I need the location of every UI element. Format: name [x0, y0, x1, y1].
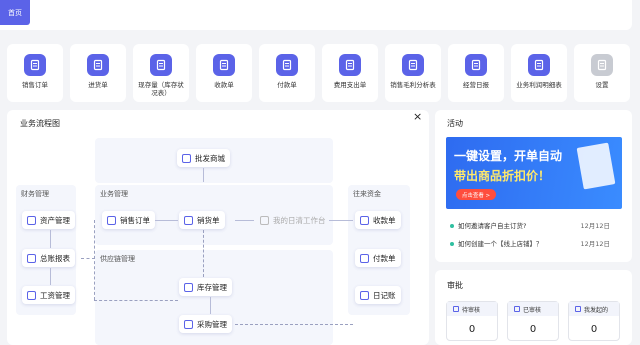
- shortcut-label: 进货单: [88, 81, 108, 89]
- pending-icon: [453, 306, 459, 312]
- banner-line1: 一键设置，开单自动: [454, 149, 563, 163]
- shortcut-label: 销售订单: [22, 81, 48, 89]
- node-journal[interactable]: 日记账: [355, 286, 401, 304]
- shortcut-label: 经营日报: [463, 81, 489, 89]
- shortcut-expense[interactable]: 费用支出单: [322, 44, 378, 102]
- initiated-icon: [575, 306, 581, 312]
- shortcut-label: 设置: [595, 81, 609, 89]
- shortcut-analysis[interactable]: 销售毛利分析表: [385, 44, 441, 102]
- shortcut-gear[interactable]: 设置: [574, 44, 630, 102]
- store-icon: [182, 153, 191, 163]
- flow-title: 业务流程图: [20, 119, 60, 128]
- region-funds-title: 往来资金: [353, 190, 381, 198]
- approval-card-approved[interactable]: 已审核 0: [507, 301, 559, 341]
- node-payment[interactable]: 付款单: [355, 249, 401, 267]
- node-payroll[interactable]: 工资管理: [22, 286, 75, 304]
- shortcut-payment[interactable]: 付款单: [259, 44, 315, 102]
- shortcut-receipt[interactable]: 收款单: [196, 44, 252, 102]
- report-icon: [27, 253, 36, 263]
- receipt-icon: [213, 54, 235, 76]
- arrow-wholesale-down: [203, 168, 204, 182]
- node-procurement[interactable]: 采购管理: [179, 315, 232, 333]
- purchase-icon: [87, 54, 109, 76]
- workbench-icon: [260, 215, 269, 225]
- region-business-title: 业务管理: [100, 190, 128, 198]
- sales-doc-icon: [184, 215, 193, 225]
- news-item[interactable]: 如何邀请客户自主订货? 12月12日: [450, 220, 610, 230]
- shortcut-bar: 销售订单 进货单 现存量（库存状况表） 收款单 付款单 费用支出单 销售毛利分析表 经营日报 业…: [7, 44, 632, 102]
- shortcut-label: 现存量（库存状况表）: [138, 81, 184, 97]
- asset-icon: [27, 215, 36, 225]
- dash-ledger-link: [81, 258, 95, 259]
- dash-procurement-funds: [235, 324, 353, 325]
- dash-sales-inventory: [203, 230, 204, 277]
- order-icon: [107, 215, 116, 225]
- shortcut-label: 收款单: [214, 81, 234, 89]
- shortcut-label: 付款单: [277, 81, 297, 89]
- shortcut-stock[interactable]: 现存量（库存状况表）: [133, 44, 189, 102]
- activity-title: 活动: [447, 119, 463, 128]
- flow-panel: 业务流程图 × 批发商城 财务管理 业务管理 供应链管理 往来资金 资产管理 总…: [7, 110, 429, 345]
- activity-banner[interactable]: 一键设置，开单自动 带出商品折扣价！ 点击查看 >: [446, 137, 622, 209]
- bullet-icon: [450, 224, 454, 228]
- daily-icon: [465, 54, 487, 76]
- payment-icon: [360, 253, 369, 263]
- banner-button[interactable]: 点击查看 >: [456, 189, 496, 200]
- stock-icon: [150, 54, 172, 76]
- expense-icon: [339, 54, 361, 76]
- node-receipt[interactable]: 收款单: [355, 211, 401, 229]
- tab-home[interactable]: 首页: [0, 0, 30, 25]
- node-sales-order[interactable]: 销售订单: [102, 211, 155, 229]
- analysis-icon: [402, 54, 424, 76]
- news-item[interactable]: 如何创建一个【线上店铺】？ 12月12日: [450, 238, 610, 248]
- arrow-procurement-inventory: [210, 297, 211, 314]
- shortcut-label: 销售毛利分析表: [390, 81, 436, 89]
- dash-order-supply: [94, 220, 95, 300]
- shortcut-purchase[interactable]: 进货单: [70, 44, 126, 102]
- shortcut-label: 业务利润明细表: [516, 81, 562, 89]
- shortcut-profit[interactable]: 业务利润明细表: [511, 44, 567, 102]
- region-supply-title: 供应链管理: [100, 255, 135, 263]
- close-icon[interactable]: ×: [413, 110, 422, 123]
- approval-card-mine[interactable]: 我发起的 0: [568, 301, 620, 341]
- receipt-icon: [360, 215, 369, 225]
- node-workbench[interactable]: 我的日清工作台: [255, 211, 331, 229]
- order-icon: [24, 54, 46, 76]
- journal-icon: [360, 290, 369, 300]
- bullet-icon: [450, 242, 454, 246]
- banner-line2: 带出商品折扣价！: [454, 169, 551, 183]
- arrow-workbench-funds: [329, 220, 353, 221]
- node-ledger[interactable]: 总账报表: [22, 249, 75, 267]
- approval-card-pending[interactable]: 待审核 0: [446, 301, 498, 341]
- approval-title: 审批: [447, 281, 463, 290]
- dash-supply-procurement: [94, 300, 178, 301]
- gear-icon: [591, 54, 613, 76]
- region-finance-title: 财务管理: [21, 190, 49, 198]
- procurement-icon: [184, 319, 193, 329]
- arrow-order-sales: [155, 220, 178, 221]
- top-bar: 首页: [0, 0, 632, 30]
- document-illustration-icon: [576, 142, 616, 190]
- shortcut-daily[interactable]: 经营日报: [448, 44, 504, 102]
- node-assets[interactable]: 资产管理: [22, 211, 75, 229]
- node-inventory[interactable]: 库存管理: [179, 278, 232, 296]
- inventory-icon: [184, 282, 193, 292]
- node-sales-doc[interactable]: 销货单: [179, 211, 225, 229]
- node-wholesale[interactable]: 批发商城: [177, 149, 230, 167]
- profit-icon: [528, 54, 550, 76]
- arrow-payroll-ledger: [50, 268, 51, 285]
- payroll-icon: [27, 290, 36, 300]
- payment-icon: [276, 54, 298, 76]
- shortcut-label: 费用支出单: [333, 81, 367, 89]
- shortcut-order[interactable]: 销售订单: [7, 44, 63, 102]
- approved-icon: [514, 306, 520, 312]
- arrow-assets-ledger: [50, 230, 51, 248]
- arrow-sales-workbench: [235, 220, 254, 221]
